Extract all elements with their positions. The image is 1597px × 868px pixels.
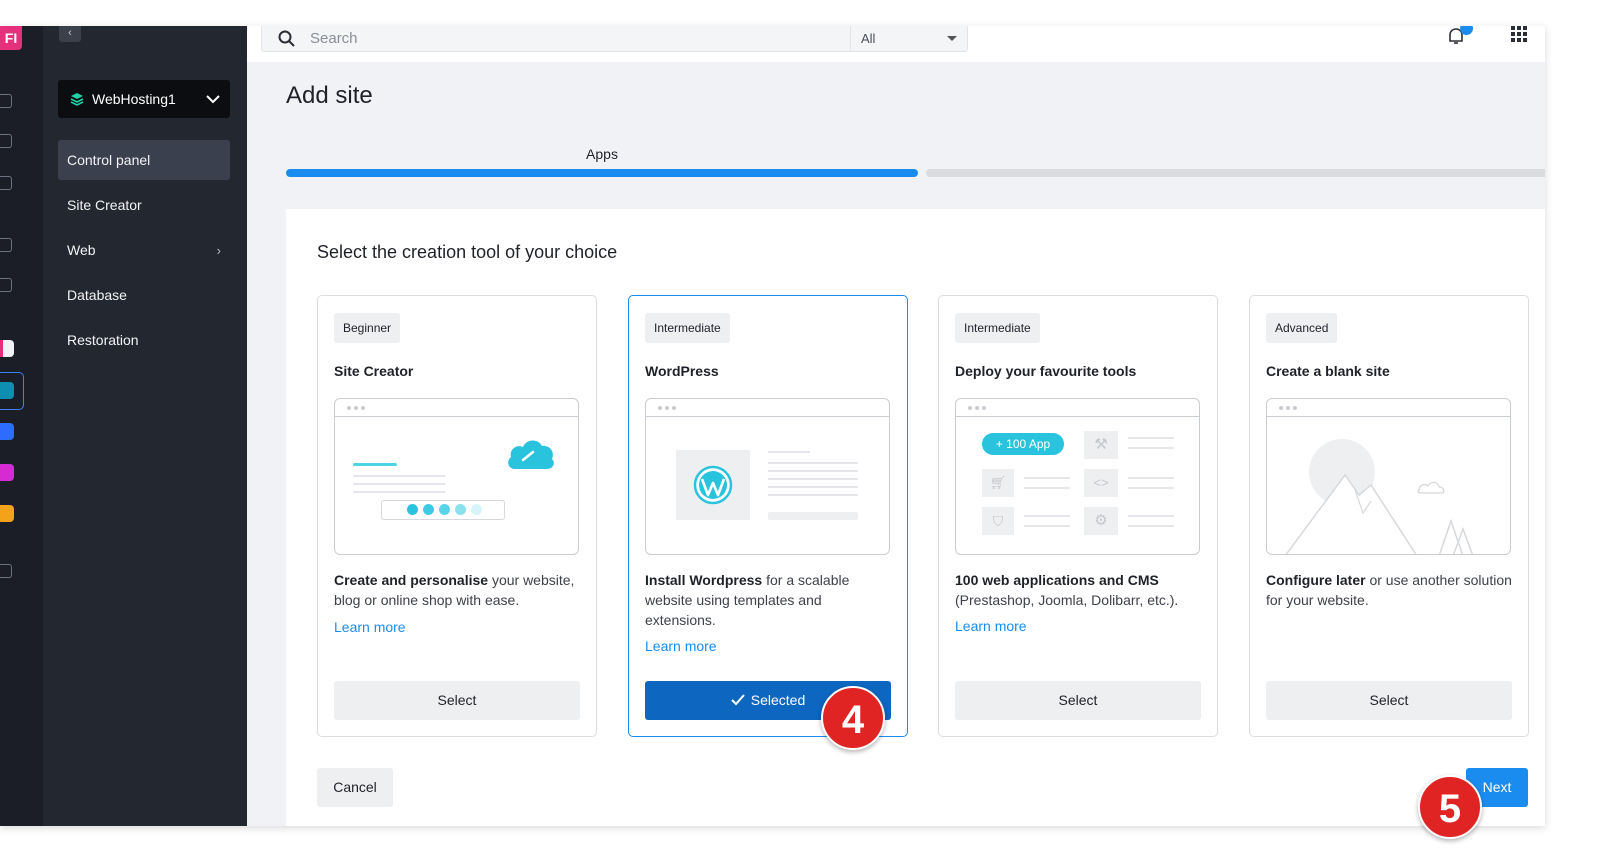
marketplace-icon[interactable] — [0, 278, 12, 292]
hosting-select-value: WebHosting1 — [92, 91, 176, 107]
code-icon: <> — [1084, 469, 1118, 497]
card-title: Deploy your favourite tools — [955, 363, 1137, 379]
selected-button-label: Selected — [750, 692, 806, 708]
page-title: Add site — [286, 82, 373, 109]
search-placeholder: Search — [310, 30, 358, 47]
select-button[interactable]: Select — [955, 681, 1201, 720]
chevron-right-icon: › — [216, 242, 221, 258]
level-badge: Intermediate — [645, 313, 730, 343]
card-title: Create a blank site — [1266, 363, 1390, 379]
sidebar-item-label: Control panel — [67, 152, 151, 168]
wordpress-illustration — [645, 398, 890, 555]
card-blank-site[interactable]: Advanced Create a blank site Configure l… — [1249, 295, 1529, 737]
layers-icon — [70, 93, 84, 106]
learn-more-link[interactable]: Learn more — [955, 618, 1027, 634]
level-badge: Advanced — [1266, 313, 1338, 343]
panel-title: Select the creation tool of your choice — [317, 242, 618, 262]
app-icon-drive[interactable] — [0, 423, 14, 440]
site-creator-illustration — [334, 398, 579, 555]
caret-down-icon — [947, 36, 957, 41]
step-label-apps: Apps — [586, 146, 618, 162]
wordpress-logo-icon — [693, 465, 733, 505]
search-icon — [278, 30, 295, 47]
card-title: WordPress — [645, 363, 719, 379]
sidebar-item-database[interactable]: Database — [58, 275, 230, 315]
apps-grid-icon[interactable] — [1511, 26, 1527, 42]
shield-icon: ⛉ — [982, 507, 1014, 535]
sidebar-item-label: Database — [67, 287, 127, 303]
select-button[interactable]: Select — [1266, 681, 1512, 720]
mountain-landscape-icon — [1285, 439, 1474, 554]
sidebar-item-label: Site Creator — [67, 197, 142, 213]
card-description: Create and personalise your website, blo… — [334, 572, 575, 608]
app-icon-mail[interactable] — [0, 464, 14, 481]
learn-more-link[interactable]: Learn more — [645, 638, 717, 654]
step-progress-upcoming — [926, 169, 1545, 177]
support-icon[interactable] — [0, 238, 12, 252]
app-window: FI ‹ WebHosting1 Control panel Site Crea… — [0, 26, 1545, 826]
card-description: Configure later or use another solution … — [1266, 572, 1512, 608]
notifications-button[interactable] — [1446, 26, 1473, 46]
creation-tool-panel: Select the creation tool of your choice … — [286, 209, 1545, 826]
apps-illustration: + 100 App ⚒ 🛒︎ <> ⛉ ⚙ — [955, 398, 1200, 555]
check-icon — [731, 694, 745, 706]
app-icon-web[interactable] — [0, 382, 14, 399]
logout-icon[interactable] — [0, 564, 12, 578]
step-marker-5: 5 — [1418, 775, 1482, 839]
invoice-icon[interactable] — [0, 176, 12, 190]
app-icon-kchat[interactable] — [0, 340, 14, 357]
cancel-button[interactable]: Cancel — [317, 768, 393, 807]
select-button[interactable]: Select — [334, 681, 580, 720]
sidebar: ‹ WebHosting1 Control panel Site Creator… — [43, 26, 247, 826]
sidebar-item-control-panel[interactable]: Control panel — [58, 140, 230, 180]
collapse-sidebar-button[interactable]: ‹ — [59, 26, 81, 42]
topbar: Search All — [247, 26, 1545, 62]
sidebar-item-web[interactable]: Web › — [58, 230, 230, 270]
users-icon[interactable] — [0, 134, 12, 148]
card-title: Site Creator — [334, 363, 414, 379]
notification-badge — [1460, 26, 1473, 35]
sidebar-item-label: Web — [67, 242, 96, 258]
sidebar-item-restoration[interactable]: Restoration — [58, 320, 230, 360]
sidebar-item-site-creator[interactable]: Site Creator — [58, 185, 230, 225]
learn-more-link[interactable]: Learn more — [334, 619, 406, 635]
card-site-creator[interactable]: Beginner Site Creator Create and persona… — [317, 295, 597, 737]
level-badge: Intermediate — [955, 313, 1040, 343]
step-marker-4: 4 — [821, 686, 885, 750]
chevron-down-icon — [206, 95, 220, 104]
search-filter-value: All — [861, 31, 876, 46]
search-input[interactable]: Search — [261, 26, 851, 52]
apps-count-badge: + 100 App — [982, 433, 1064, 455]
card-deploy-tools[interactable]: Intermediate Deploy your favourite tools… — [938, 295, 1218, 737]
step-progress-current — [286, 169, 918, 177]
brand-logo[interactable]: FI — [0, 26, 22, 50]
app-rail: FI — [0, 26, 43, 826]
level-badge: Beginner — [334, 313, 401, 343]
card-wordpress[interactable]: Intermediate WordPress Install Wordpress… — [628, 295, 908, 737]
blank-site-illustration — [1266, 398, 1511, 555]
card-description: 100 web applications and CMS (Prestashop… — [955, 572, 1179, 608]
gear-icon: ⚙ — [1084, 507, 1118, 535]
cloud-icon — [508, 440, 554, 469]
card-description: Install Wordpress for a scalable website… — [645, 572, 850, 628]
hosting-select[interactable]: WebHosting1 — [58, 80, 230, 118]
cart-icon: 🛒︎ — [982, 469, 1014, 497]
search-filter-select[interactable]: All — [850, 26, 968, 52]
sidebar-item-label: Restoration — [67, 332, 139, 348]
wrench-icon: ⚒ — [1084, 431, 1118, 459]
app-icon-calendar[interactable] — [0, 505, 14, 522]
building-icon[interactable] — [0, 94, 12, 108]
